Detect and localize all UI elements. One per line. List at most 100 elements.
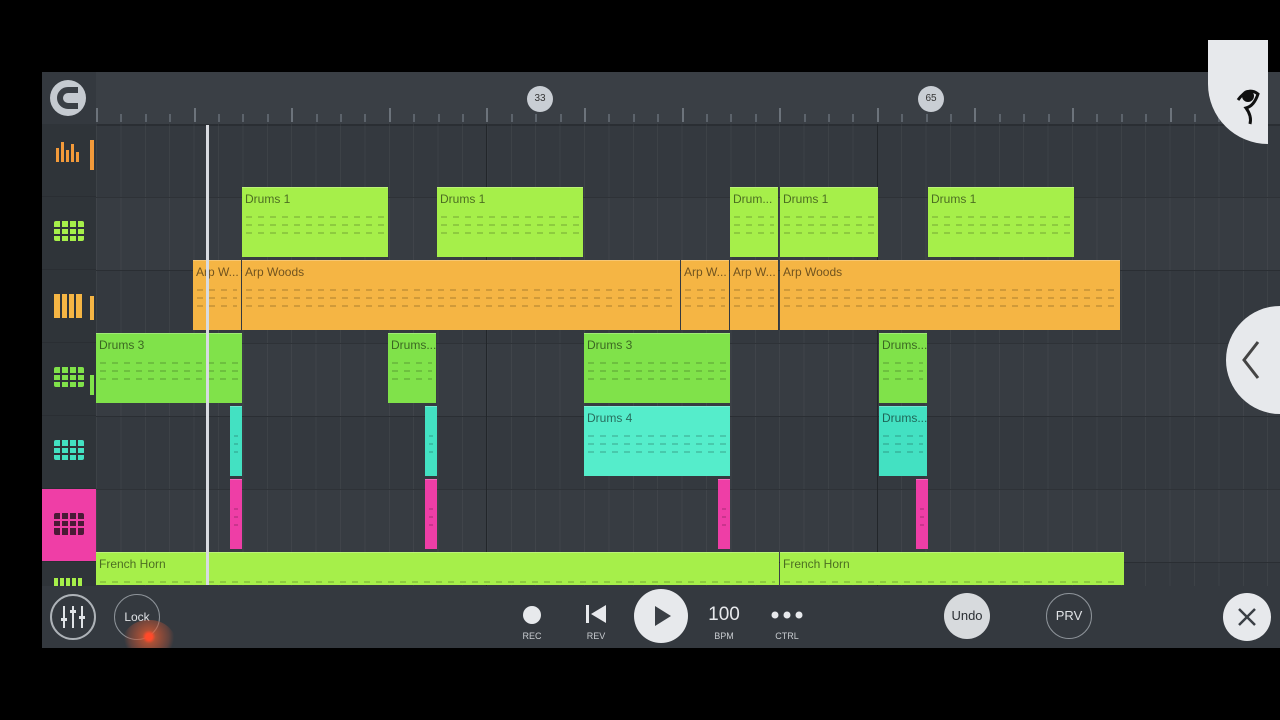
pattern-clip[interactable]: French Horn [780,552,1124,585]
ruler-tick [559,114,562,122]
clip-label: Drums 3 [587,338,633,352]
clip-notes [784,289,1116,313]
ruler-tick [803,114,806,122]
close-button[interactable] [1223,593,1271,641]
pattern-clip[interactable] [230,479,242,549]
pattern-clip[interactable]: Drums... [879,406,927,476]
track-icon-audio[interactable] [42,124,96,197]
ruler-tick [1096,114,1099,122]
rec-label: REC [522,631,542,641]
ruler-tick [998,114,1001,122]
clip-notes [429,435,433,459]
clip-notes [722,508,726,532]
ruler-tick [169,114,172,122]
clip-notes [685,289,725,313]
bpm-value[interactable]: 100 [698,604,750,626]
clip-label: Drums 1 [245,192,291,206]
track-icon-drums-1[interactable] [42,197,96,270]
clip-notes [784,216,874,240]
track-icon-drums-3[interactable] [42,343,96,416]
pattern-clip[interactable]: Arp Woods [780,260,1120,330]
pattern-clip[interactable]: Arp W... [193,260,241,330]
collapse-panel-handle[interactable] [1226,306,1280,414]
track-icon-piano[interactable] [42,270,96,343]
clip-notes [588,435,726,459]
ruler-tick [388,108,391,122]
clip-label: Drums 3 [99,338,145,352]
clip-label: Drums 1 [440,192,486,206]
ruler-tick [510,114,513,122]
ruler-tick [462,114,464,122]
pattern-clip[interactable] [916,479,928,549]
clip-label: Drums... [882,411,927,425]
bar-marker-65[interactable]: 65 [918,86,944,112]
clip-notes [429,508,433,532]
clip-notes [246,289,676,313]
pattern-clip[interactable] [425,406,437,476]
ruler-tick [974,108,977,122]
ruler-tick [730,114,733,122]
record-button[interactable] [523,606,541,624]
ruler-tick [1120,114,1123,122]
pattern-clip[interactable]: Drums 3 [584,333,730,403]
clip-label: Arp W... [196,265,239,279]
pattern-clip[interactable]: Drums 3 [96,333,242,403]
snap-magnet-icon[interactable] [50,80,86,116]
ruler-tick [315,114,318,122]
rewind-button[interactable] [582,602,610,626]
play-button[interactable] [634,589,688,643]
pattern-clip[interactable]: Arp W... [730,260,778,330]
track-icon-drums-5-selected[interactable] [42,489,96,562]
pattern-clip[interactable]: Drums 1 [437,187,583,257]
pattern-clip[interactable]: French Horn [96,552,779,585]
clip-notes [197,289,237,313]
clip-label: Drums... [391,338,436,352]
undo-button[interactable]: Undo [944,593,990,639]
pattern-clip[interactable] [718,479,730,549]
prv-button[interactable]: PRV [1046,593,1092,639]
pattern-clip[interactable]: Arp Woods [242,260,680,330]
pattern-clip[interactable] [425,479,437,549]
pattern-clip[interactable]: Drums... [879,333,927,403]
ruler-tick [535,114,538,122]
ruler-tick [218,114,220,122]
clip-label: Arp W... [684,265,727,279]
ruler-tick [413,114,416,122]
top-right-logo[interactable] [1208,40,1268,144]
clip-label: Drums 1 [931,192,977,206]
more-options-icon[interactable] [770,608,804,620]
clip-notes [246,216,384,240]
pattern-clip[interactable]: Drums 1 [780,187,878,257]
timeline-ruler[interactable]: 33 65 [96,72,1280,126]
ctrl-label: CTRL [775,631,799,641]
track-icon-drums-4[interactable] [42,416,96,489]
pattern-clip[interactable]: Drums 4 [584,406,730,476]
clip-label: Drums 1 [783,192,829,206]
ruler-tick [681,108,684,122]
ruler-tick [291,108,294,122]
playhead[interactable] [206,125,209,585]
pattern-clip[interactable]: Arp W... [681,260,729,330]
mixer-button[interactable] [50,594,96,640]
ruler-tick [632,114,635,122]
ruler-tick [852,114,855,122]
pattern-clip[interactable]: Drums... [388,333,436,403]
pattern-clip[interactable] [230,406,242,476]
ruler-tick [193,108,196,122]
clip-label: Arp Woods [783,265,843,279]
ruler-tick [925,114,928,122]
pattern-clip[interactable]: Drums 1 [928,187,1074,257]
track-sidebar [42,124,96,635]
clip-notes [784,581,1120,585]
clip-notes [883,435,923,459]
clip-notes [441,216,579,240]
ruler-tick [486,108,489,122]
clip-notes [920,508,924,532]
bar-marker-33[interactable]: 33 [527,86,553,112]
ruler-tick [437,114,440,122]
ruler-tick [242,114,245,122]
pattern-clip[interactable]: Drum... [730,187,778,257]
ruler-tick [340,114,342,122]
ruler-tick [706,114,708,122]
pattern-clip[interactable]: Drums 1 [242,187,388,257]
